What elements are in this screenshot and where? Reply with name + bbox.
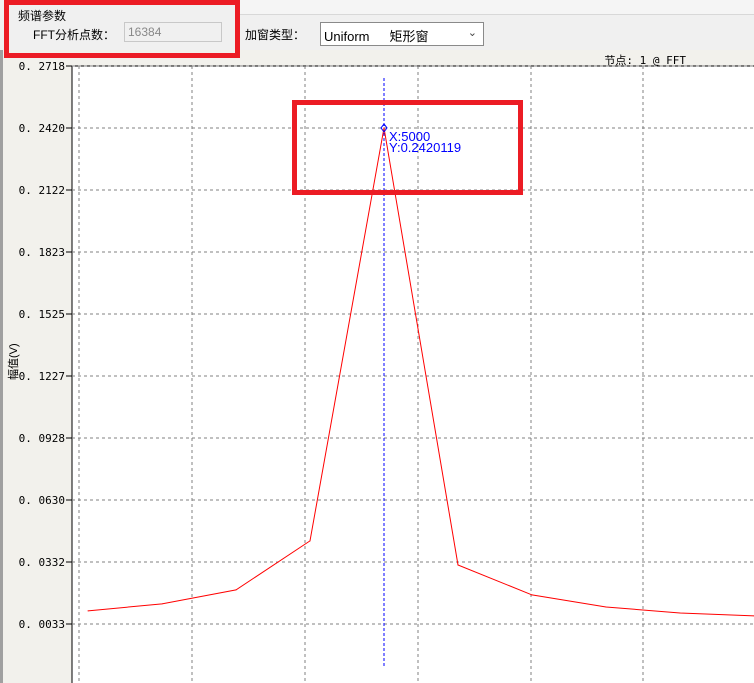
y-tick-label: 0. 1227 xyxy=(19,370,65,383)
annotation-box-peak xyxy=(292,100,523,195)
annotation-box-params xyxy=(4,0,240,58)
data-point xyxy=(457,564,459,566)
y-tick-label: 0. 0332 xyxy=(19,556,65,569)
series-line xyxy=(87,127,754,617)
data-point xyxy=(679,612,681,614)
data-point xyxy=(235,589,237,591)
data-point xyxy=(87,610,89,612)
y-tick-label: 0. 1823 xyxy=(19,246,65,259)
y-tick-label: 0. 2122 xyxy=(19,184,65,197)
data-point xyxy=(309,540,311,542)
data-point xyxy=(531,594,533,596)
y-tick-label: 0. 2718 xyxy=(19,60,65,73)
y-tick-label: 0. 2420 xyxy=(19,122,65,135)
y-tick-label: 0. 1525 xyxy=(19,308,65,321)
data-point xyxy=(605,606,607,608)
y-tick-label: 0. 0928 xyxy=(19,432,65,445)
y-tick-label: 0. 0033 xyxy=(19,618,65,631)
y-tick-label: 0. 0630 xyxy=(19,494,65,507)
data-point xyxy=(161,603,163,605)
